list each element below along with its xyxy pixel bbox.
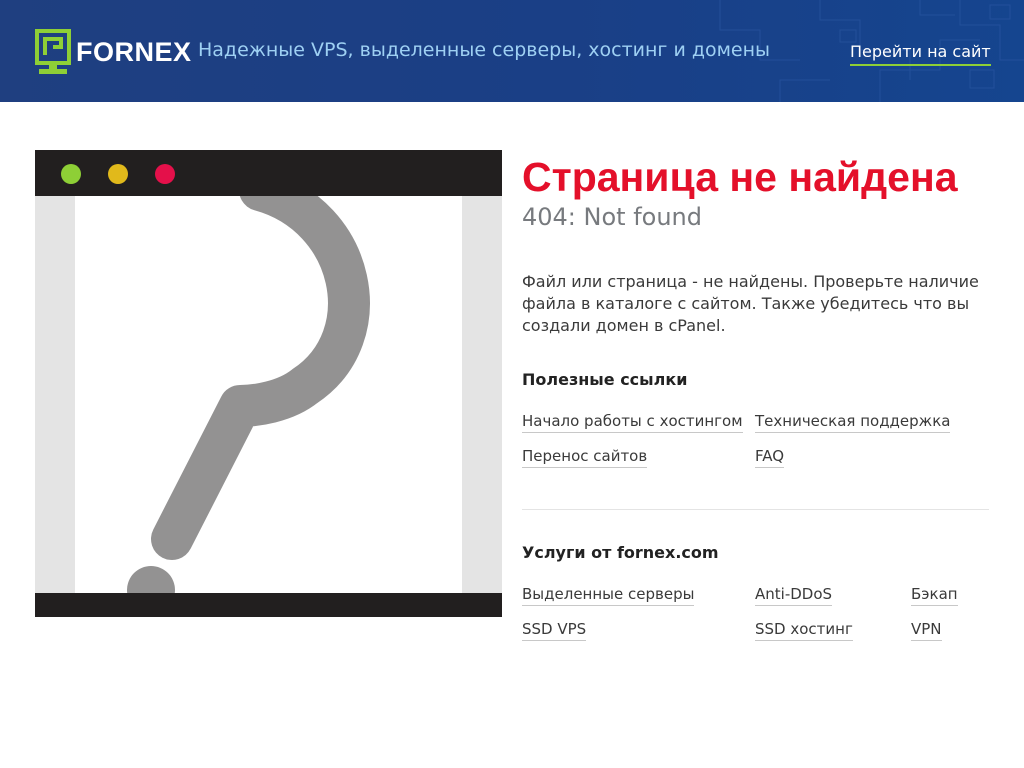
browser-content [75,196,462,593]
link-ssd-hosting[interactable]: SSD хостинг [755,620,853,641]
window-dot-yellow [108,164,128,184]
page-title: Страница не найдена [522,154,958,200]
fornex-logo[interactable]: FORNEX [35,29,192,75]
fornex-logo-icon [35,29,71,74]
link-dedicated-servers[interactable]: Выделенные серверы [522,585,695,606]
section-divider [522,509,989,510]
goto-site-link[interactable]: Перейти на сайт [850,42,991,67]
error-code: 404: Not found [522,203,702,231]
browser-titlebar [35,150,502,196]
link-faq[interactable]: FAQ [755,447,785,468]
link-tech-support[interactable]: Техническая поддержка [755,412,951,433]
link-vpn[interactable]: VPN [911,620,942,641]
window-dot-green [61,164,81,184]
header-tagline: Надежные VPS, выделенные серверы, хостин… [198,39,771,61]
link-site-transfer[interactable]: Перенос сайтов [522,447,648,468]
useful-links-title: Полезные ссылки [522,370,688,389]
link-anti-ddos[interactable]: Anti-DDoS [755,585,833,606]
error-description: Файл или страница - не найдены. Проверьт… [522,272,979,335]
site-header: FORNEX Надежные VPS, выделенные серверы,… [0,0,1024,102]
browser-bottombar [35,593,502,617]
browser-body [35,196,502,593]
services-title: Услуги от fornex.com [522,543,719,562]
link-getting-started[interactable]: Начало работы с хостингом [522,412,743,433]
link-ssd-vps[interactable]: SSD VPS [522,620,587,641]
link-backup[interactable]: Бэкап [911,585,958,606]
browser-illustration [35,150,502,617]
window-dot-red [155,164,175,184]
logo-text: FORNEX [76,36,192,67]
question-mark-icon [127,196,370,593]
